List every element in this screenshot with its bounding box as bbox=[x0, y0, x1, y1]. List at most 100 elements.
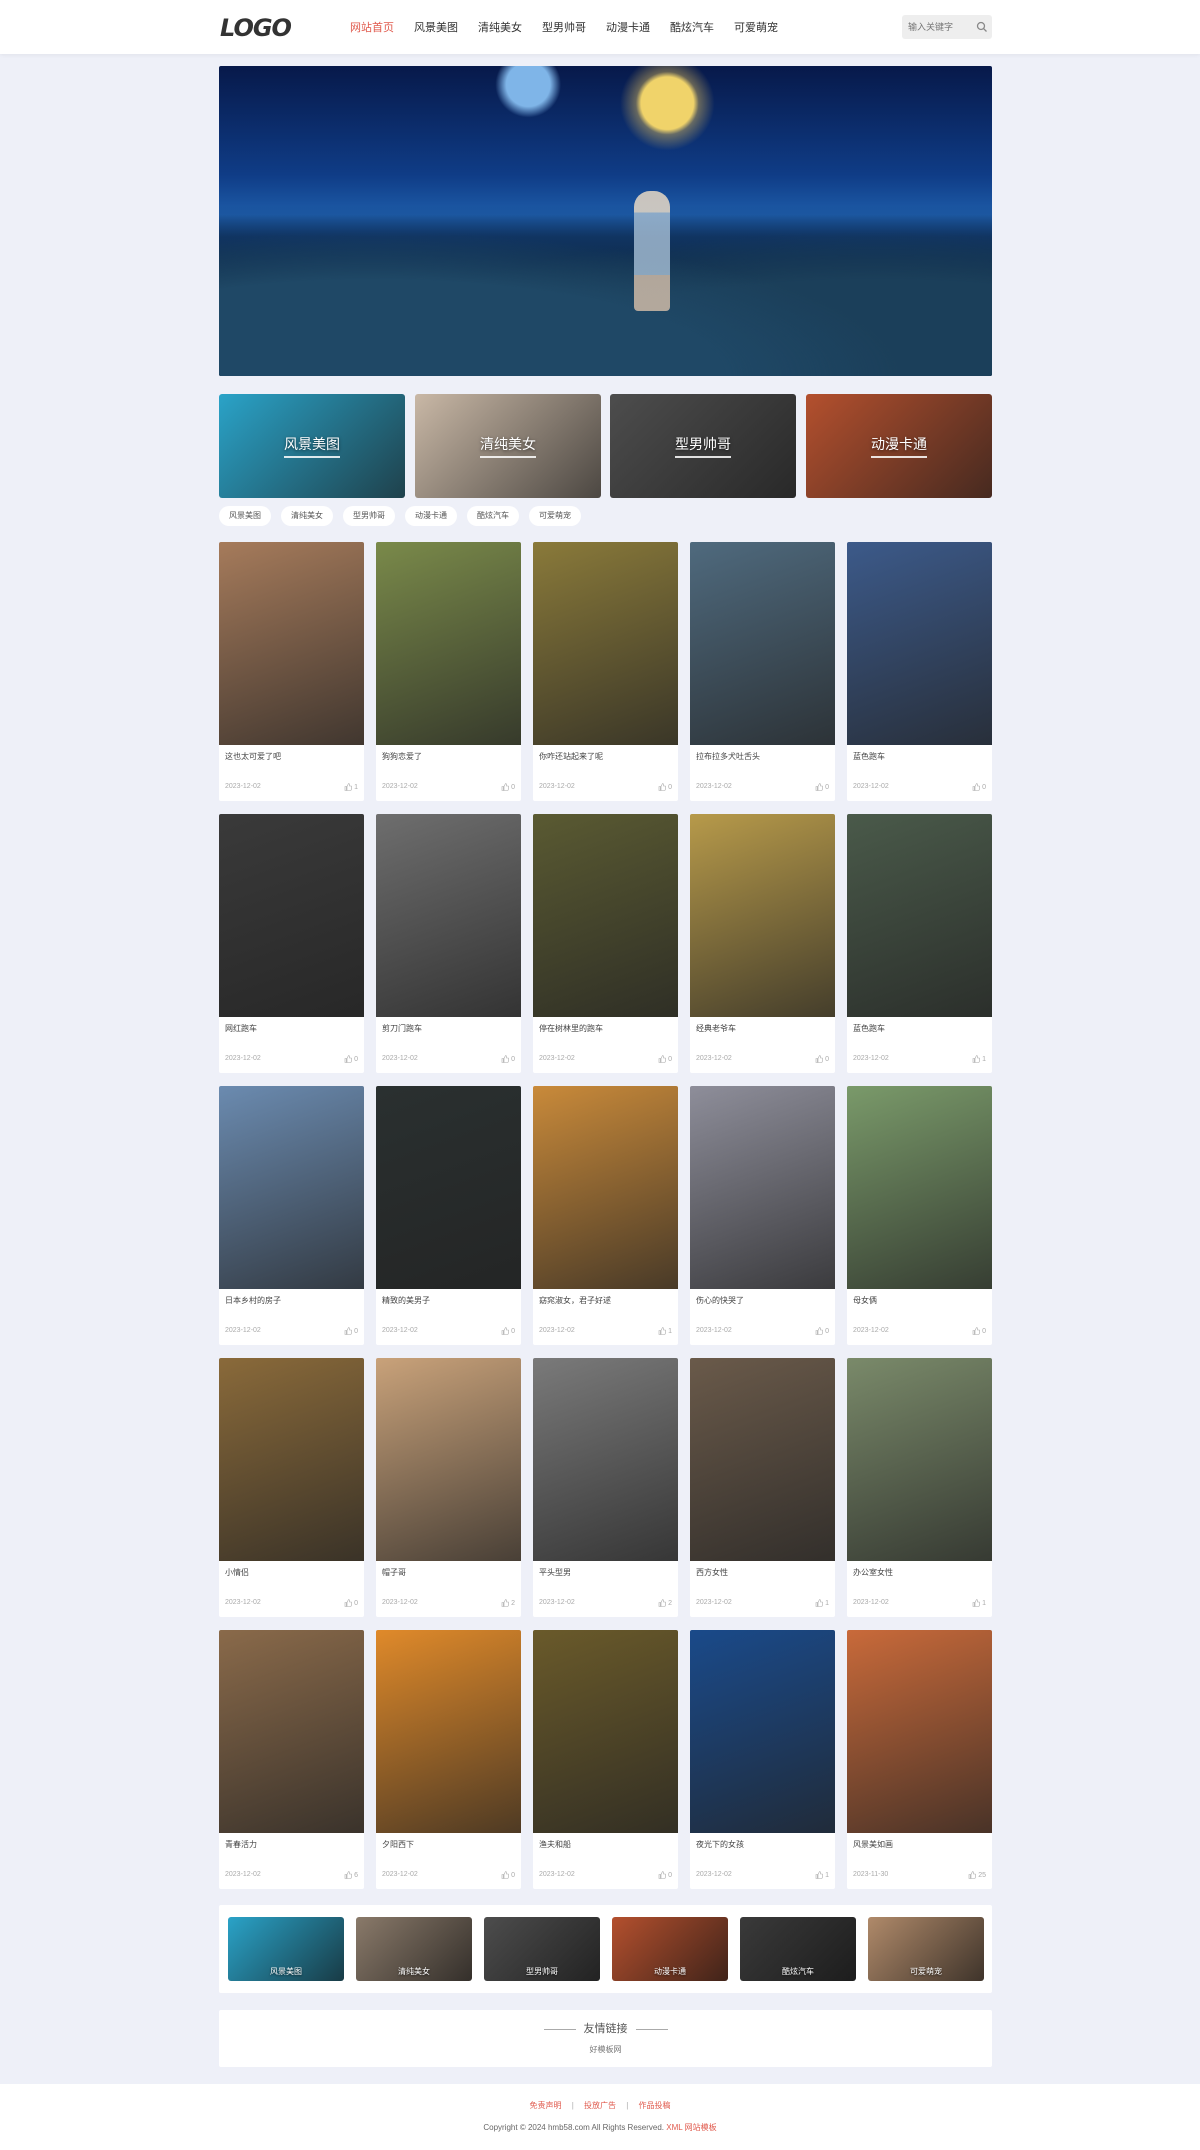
photo-card[interactable]: 夕阳西下 2023-12-02 0 bbox=[376, 1630, 521, 1889]
photo-thumbnail[interactable] bbox=[847, 814, 992, 1017]
photo-title[interactable]: 西方女性 bbox=[696, 1567, 728, 1578]
nav-item-home[interactable]: 网站首页 bbox=[350, 19, 394, 35]
photo-likes[interactable]: 0 bbox=[344, 1055, 358, 1063]
photo-likes[interactable]: 1 bbox=[344, 783, 358, 791]
photo-title[interactable]: 办公室女性 bbox=[853, 1567, 893, 1578]
nav-item-anime[interactable]: 动漫卡通 bbox=[606, 19, 650, 35]
photo-card[interactable]: 蓝色跑车 2023-12-02 1 bbox=[847, 814, 992, 1073]
photo-thumbnail[interactable] bbox=[376, 1358, 521, 1561]
photo-card[interactable]: 狗狗恋爱了 2023-12-02 0 bbox=[376, 542, 521, 801]
footer-link-ads[interactable]: 投放广告 bbox=[584, 2101, 616, 2110]
photo-title[interactable]: 剪刀门跑车 bbox=[382, 1023, 422, 1034]
photo-title[interactable]: 精致的美男子 bbox=[382, 1295, 430, 1306]
photo-card[interactable]: 蓝色跑车 2023-12-02 0 bbox=[847, 542, 992, 801]
photo-likes[interactable]: 0 bbox=[344, 1327, 358, 1335]
photo-card[interactable]: 剪刀门跑车 2023-12-02 0 bbox=[376, 814, 521, 1073]
photo-card[interactable]: 平头型男 2023-12-02 2 bbox=[533, 1358, 678, 1617]
photo-thumbnail[interactable] bbox=[376, 1086, 521, 1289]
strip-category-item[interactable]: 可爱萌宠 bbox=[868, 1917, 984, 1981]
photo-thumbnail[interactable] bbox=[376, 814, 521, 1017]
photo-title[interactable]: 母女俩 bbox=[853, 1295, 877, 1306]
photo-title[interactable]: 狗狗恋爱了 bbox=[382, 751, 422, 762]
photo-likes[interactable]: 0 bbox=[658, 1055, 672, 1063]
photo-likes[interactable]: 25 bbox=[968, 1871, 986, 1879]
photo-likes[interactable]: 0 bbox=[815, 1055, 829, 1063]
photo-likes[interactable]: 0 bbox=[344, 1599, 358, 1607]
tag-item[interactable]: 型男帅哥 bbox=[343, 506, 395, 526]
photo-card[interactable]: 帽子哥 2023-12-02 2 bbox=[376, 1358, 521, 1617]
photo-thumbnail[interactable] bbox=[690, 542, 835, 745]
photo-title[interactable]: 停在树林里的跑车 bbox=[539, 1023, 603, 1034]
photo-likes[interactable]: 1 bbox=[815, 1599, 829, 1607]
tag-item[interactable]: 酷炫汽车 bbox=[467, 506, 519, 526]
photo-card[interactable]: 日本乡村的房子 2023-12-02 0 bbox=[219, 1086, 364, 1345]
photo-likes[interactable]: 2 bbox=[658, 1599, 672, 1607]
search-input[interactable] bbox=[908, 20, 974, 34]
photo-thumbnail[interactable] bbox=[847, 1086, 992, 1289]
photo-likes[interactable]: 0 bbox=[658, 1871, 672, 1879]
site-logo[interactable]: LOGO bbox=[220, 14, 292, 42]
photo-likes[interactable]: 6 bbox=[344, 1871, 358, 1879]
photo-thumbnail[interactable] bbox=[690, 1086, 835, 1289]
photo-likes[interactable]: 1 bbox=[972, 1055, 986, 1063]
photo-card[interactable]: 伤心的快哭了 2023-12-02 0 bbox=[690, 1086, 835, 1345]
photo-card[interactable]: 母女俩 2023-12-02 0 bbox=[847, 1086, 992, 1345]
tag-item[interactable]: 可爱萌宠 bbox=[529, 506, 581, 526]
strip-category-item[interactable]: 动漫卡通 bbox=[612, 1917, 728, 1981]
photo-card[interactable]: 经典老爷车 2023-12-02 0 bbox=[690, 814, 835, 1073]
photo-card[interactable]: 办公室女性 2023-12-02 1 bbox=[847, 1358, 992, 1617]
photo-likes[interactable]: 0 bbox=[501, 1871, 515, 1879]
tag-item[interactable]: 风景美图 bbox=[219, 506, 271, 526]
photo-card[interactable]: 窈窕淑女，君子好逑 2023-12-02 1 bbox=[533, 1086, 678, 1345]
photo-title[interactable]: 渔夫和船 bbox=[539, 1839, 571, 1850]
strip-category-item[interactable]: 清纯美女 bbox=[356, 1917, 472, 1981]
photo-title[interactable]: 风景美如画 bbox=[853, 1839, 893, 1850]
nav-item-scenery[interactable]: 风景美图 bbox=[414, 19, 458, 35]
footer-link-submit[interactable]: 作品投稿 bbox=[639, 2101, 671, 2110]
photo-thumbnail[interactable] bbox=[376, 1630, 521, 1833]
photo-title[interactable]: 平头型男 bbox=[539, 1567, 571, 1578]
photo-card[interactable]: 拉布拉多犬吐舌头 2023-12-02 0 bbox=[690, 542, 835, 801]
photo-thumbnail[interactable] bbox=[690, 1630, 835, 1833]
hero-banner[interactable] bbox=[219, 66, 992, 376]
category-card-scenery[interactable]: 风景美图 bbox=[219, 394, 405, 498]
nav-item-handsome[interactable]: 型男帅哥 bbox=[542, 19, 586, 35]
photo-thumbnail[interactable] bbox=[219, 1630, 364, 1833]
strip-category-item[interactable]: 酷炫汽车 bbox=[740, 1917, 856, 1981]
photo-thumbnail[interactable] bbox=[219, 1086, 364, 1289]
photo-card[interactable]: 小情侣 2023-12-02 0 bbox=[219, 1358, 364, 1617]
photo-thumbnail[interactable] bbox=[219, 1358, 364, 1561]
photo-title[interactable]: 蓝色跑车 bbox=[853, 1023, 885, 1034]
photo-likes[interactable]: 0 bbox=[501, 783, 515, 791]
photo-thumbnail[interactable] bbox=[533, 1358, 678, 1561]
photo-title[interactable]: 经典老爷车 bbox=[696, 1023, 736, 1034]
photo-thumbnail[interactable] bbox=[533, 814, 678, 1017]
photo-likes[interactable]: 2 bbox=[501, 1599, 515, 1607]
photo-likes[interactable]: 1 bbox=[972, 1599, 986, 1607]
search-icon[interactable] bbox=[976, 21, 988, 33]
tag-item[interactable]: 清纯美女 bbox=[281, 506, 333, 526]
photo-title[interactable]: 小情侣 bbox=[225, 1567, 249, 1578]
photo-card[interactable]: 停在树林里的跑车 2023-12-02 0 bbox=[533, 814, 678, 1073]
photo-card[interactable]: 网红跑车 2023-12-02 0 bbox=[219, 814, 364, 1073]
photo-likes[interactable]: 0 bbox=[815, 783, 829, 791]
friend-link[interactable]: 好模板网 bbox=[219, 2044, 992, 2055]
photo-title[interactable]: 帽子哥 bbox=[382, 1567, 406, 1578]
photo-card[interactable]: 你咋还站起来了呢 2023-12-02 0 bbox=[533, 542, 678, 801]
nav-item-beauty[interactable]: 清纯美女 bbox=[478, 19, 522, 35]
photo-thumbnail[interactable] bbox=[847, 542, 992, 745]
photo-likes[interactable]: 0 bbox=[815, 1327, 829, 1335]
copyright-link[interactable]: XML 网站模板 bbox=[666, 2123, 716, 2132]
photo-title[interactable]: 窈窕淑女，君子好逑 bbox=[539, 1295, 611, 1306]
photo-title[interactable]: 夜光下的女孩 bbox=[696, 1839, 744, 1850]
photo-likes[interactable]: 0 bbox=[972, 1327, 986, 1335]
nav-item-pets[interactable]: 可爱萌宠 bbox=[734, 19, 778, 35]
category-card-handsome[interactable]: 型男帅哥 bbox=[610, 394, 796, 498]
strip-category-item[interactable]: 型男帅哥 bbox=[484, 1917, 600, 1981]
category-card-beauty[interactable]: 清纯美女 bbox=[415, 394, 601, 498]
photo-likes[interactable]: 0 bbox=[658, 783, 672, 791]
photo-title[interactable]: 伤心的快哭了 bbox=[696, 1295, 744, 1306]
photo-title[interactable]: 日本乡村的房子 bbox=[225, 1295, 281, 1306]
photo-thumbnail[interactable] bbox=[533, 1086, 678, 1289]
strip-category-item[interactable]: 风景美图 bbox=[228, 1917, 344, 1981]
